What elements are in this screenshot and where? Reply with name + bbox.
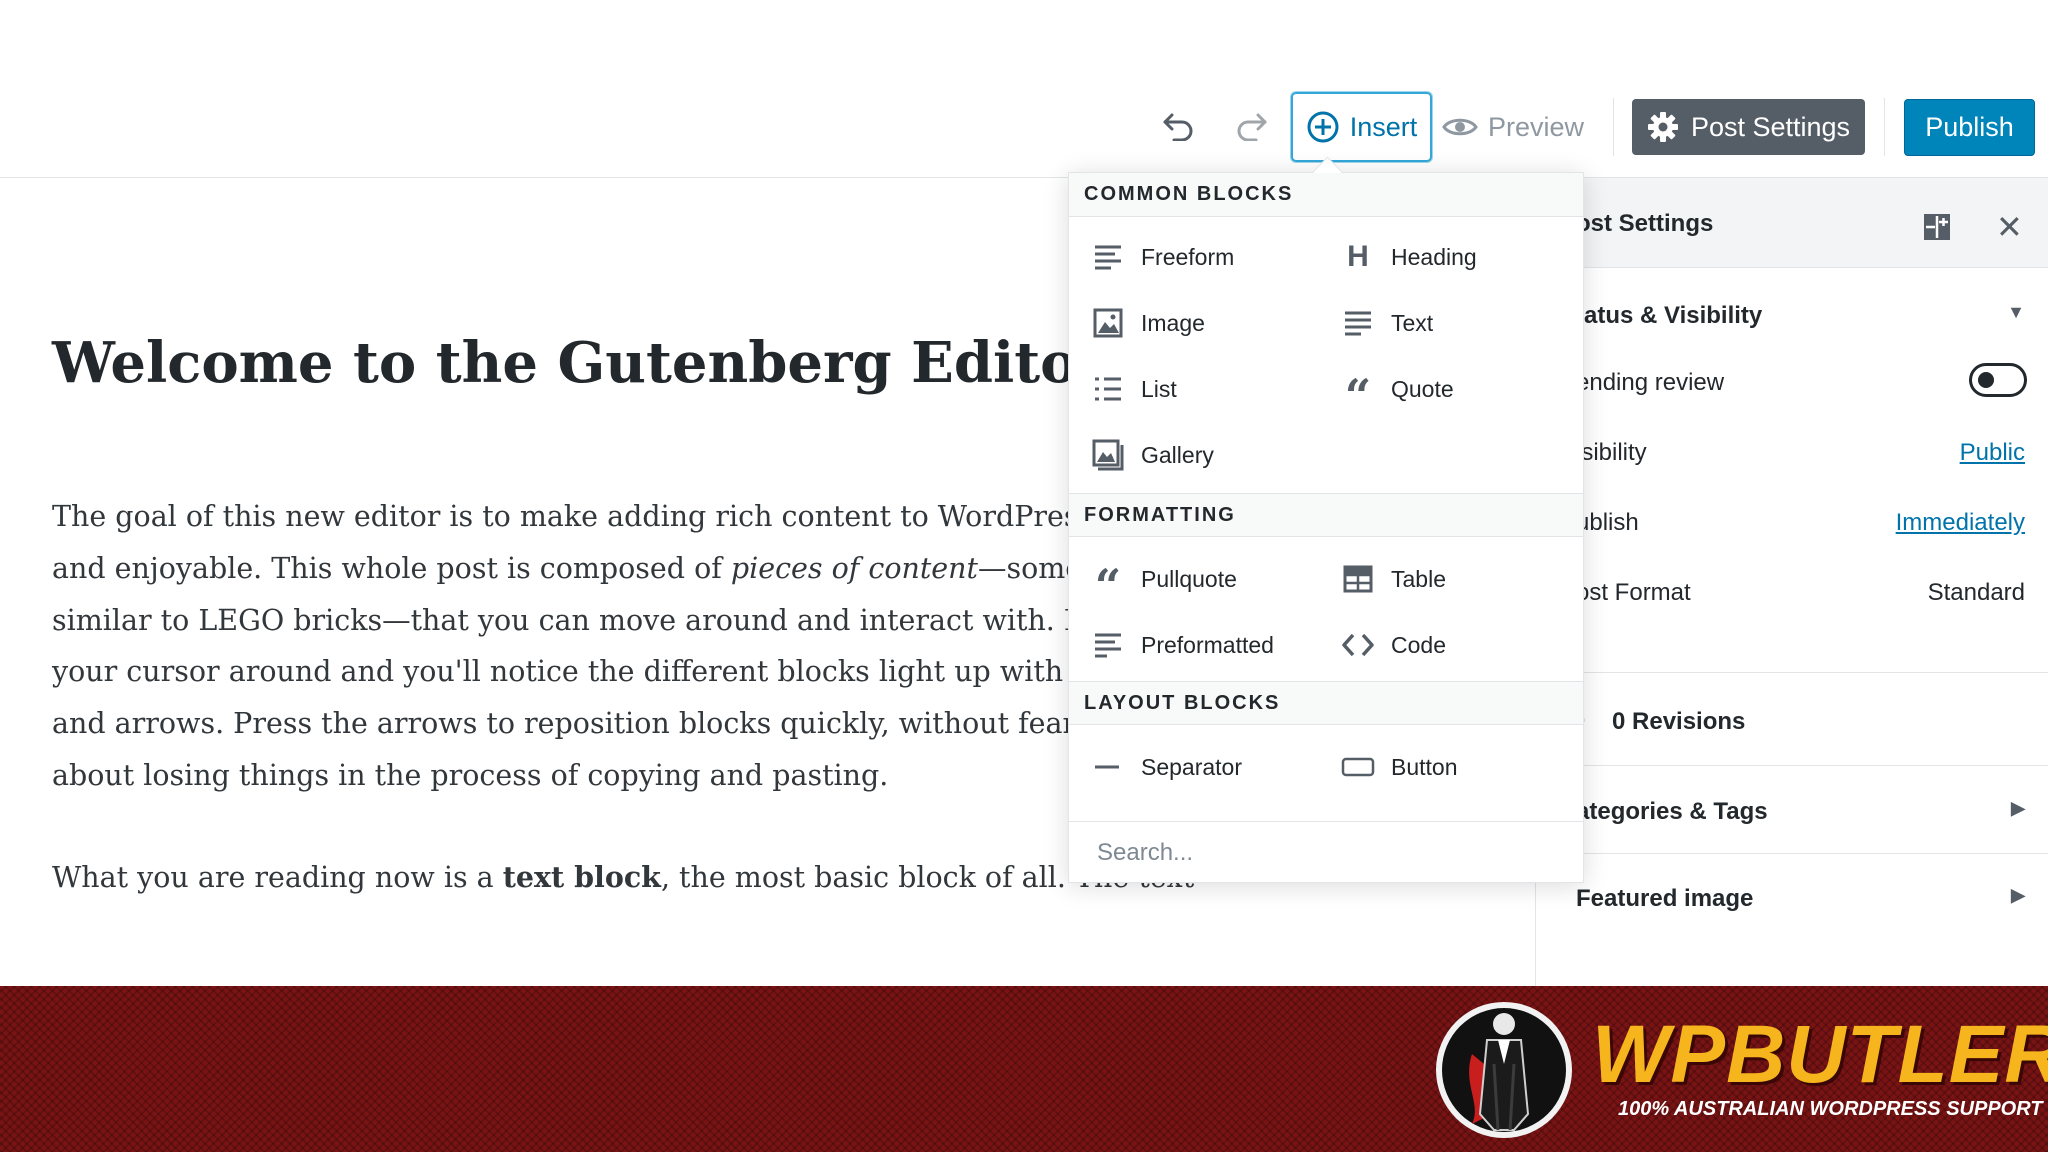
block-list[interactable]: List — [1091, 365, 1177, 413]
paragraph-line: The goal of this new editor is to make a… — [52, 500, 1117, 533]
post-title[interactable]: Welcome to the Gutenberg Editor — [52, 330, 1107, 396]
block-quote[interactable]: “ Quote — [1341, 365, 1454, 423]
butler-logo-icon — [1436, 1002, 1572, 1138]
preview-button[interactable]: Preview — [1442, 94, 1584, 160]
block-inserter-popover: COMMON BLOCKS Freeform H Heading Image T… — [1068, 172, 1584, 883]
wpbutler-banner: WPBUTLER 100% AUSTRALIAN WORDPRESS SUPPO… — [0, 986, 2048, 1152]
triangle-right-icon: ▶ — [2011, 885, 2025, 905]
undo-icon — [1163, 113, 1193, 141]
category-formatting: FORMATTING — [1069, 493, 1583, 537]
category-common-blocks: COMMON BLOCKS — [1069, 173, 1583, 217]
quote-icon: “ — [1344, 369, 1372, 423]
table-icon — [1341, 562, 1375, 596]
button-icon — [1341, 750, 1375, 784]
sidebar-header: ost Settings ✕ — [1536, 178, 2048, 268]
insert-label: Insert — [1349, 111, 1418, 142]
divider — [1536, 765, 2048, 766]
paragraph-line: about losing things in the process of co… — [52, 758, 889, 792]
block-code[interactable]: Code — [1341, 621, 1446, 669]
block-preformatted[interactable]: Preformatted — [1091, 621, 1274, 669]
divider — [1536, 853, 2048, 854]
block-search-input[interactable] — [1079, 830, 1573, 876]
block-text[interactable]: Text — [1341, 299, 1433, 347]
gear-icon — [1647, 112, 1678, 142]
paragraph-line: similar to LEGO bricks—that you can move… — [52, 603, 1111, 637]
post-settings-sidebar: ost Settings ✕ tatus & Visibility ▼ endi… — [1535, 178, 2048, 986]
gallery-icon — [1091, 438, 1125, 472]
block-image[interactable]: Image — [1091, 299, 1205, 347]
bold-text: text block — [502, 860, 661, 894]
insert-button[interactable]: Insert — [1291, 92, 1432, 162]
preformatted-icon — [1091, 628, 1125, 662]
block-freeform[interactable]: Freeform — [1091, 233, 1234, 281]
toolbar-divider — [1613, 98, 1614, 156]
block-button[interactable]: Button — [1341, 743, 1458, 791]
post-settings-button[interactable]: Post Settings — [1632, 99, 1865, 155]
post-format-value[interactable]: Standard — [1928, 579, 2025, 607]
eye-icon — [1442, 118, 1478, 136]
plus-circle-icon — [1307, 111, 1339, 143]
layout-icon[interactable] — [1922, 212, 1952, 242]
block-pullquote[interactable]: “ Pullquote — [1091, 555, 1237, 613]
category-layout-blocks: LAYOUT BLOCKS — [1069, 681, 1583, 725]
toolbar-divider — [1884, 98, 1885, 156]
paragraph-line: your cursor around and you'll notice the… — [52, 655, 1090, 689]
image-icon — [1091, 306, 1125, 340]
paragraph-line: and enjoyable. This whole post is compos… — [52, 551, 1107, 585]
italic-text: pieces of content — [730, 551, 978, 585]
paragraph-block[interactable]: What you are reading now is a text block… — [52, 852, 1194, 904]
block-gallery[interactable]: Gallery — [1091, 431, 1214, 479]
brand-wordmark: WPBUTLER — [1592, 1009, 2048, 1100]
redo-button[interactable] — [1226, 94, 1276, 158]
sidebar-title: ost Settings — [1576, 210, 1714, 237]
divider — [1536, 672, 2048, 673]
publish-date-link[interactable]: Immediately — [1896, 509, 2025, 537]
visibility-link[interactable]: Public — [1960, 439, 2025, 467]
text-icon — [1341, 306, 1375, 340]
list-icon — [1091, 372, 1125, 406]
paragraph-line: and arrows. Press the arrows to repositi… — [52, 707, 1086, 741]
heading-icon: H — [1347, 240, 1369, 273]
brand-tagline: 100% AUSTRALIAN WORDPRESS SUPPORT — [1618, 1098, 2043, 1120]
triangle-down-icon: ▼ — [2007, 302, 2025, 322]
code-icon — [1341, 628, 1375, 662]
inserter-search — [1069, 821, 1583, 883]
block-table[interactable]: Table — [1341, 555, 1446, 603]
block-separator[interactable]: Separator — [1091, 743, 1242, 791]
paragraph-block[interactable]: The goal of this new editor is to make a… — [52, 491, 1117, 802]
close-icon[interactable]: ✕ — [1996, 208, 2023, 246]
preview-label: Preview — [1487, 111, 1584, 142]
post-settings-label: Post Settings — [1690, 111, 1851, 142]
freeform-icon — [1091, 240, 1125, 274]
triangle-right-icon: ▶ — [2011, 798, 2025, 818]
redo-icon — [1237, 113, 1267, 141]
block-heading[interactable]: H Heading — [1341, 233, 1477, 281]
undo-button[interactable] — [1154, 94, 1204, 158]
publish-label: Publish — [1925, 112, 2014, 142]
pullquote-icon: “ — [1094, 559, 1122, 613]
pending-review-toggle[interactable] — [1969, 363, 2027, 397]
separator-icon — [1091, 750, 1125, 784]
editor-toolbar: Insert Preview Post Settings Publish — [0, 0, 2048, 178]
publish-button[interactable]: Publish — [1904, 99, 2035, 156]
